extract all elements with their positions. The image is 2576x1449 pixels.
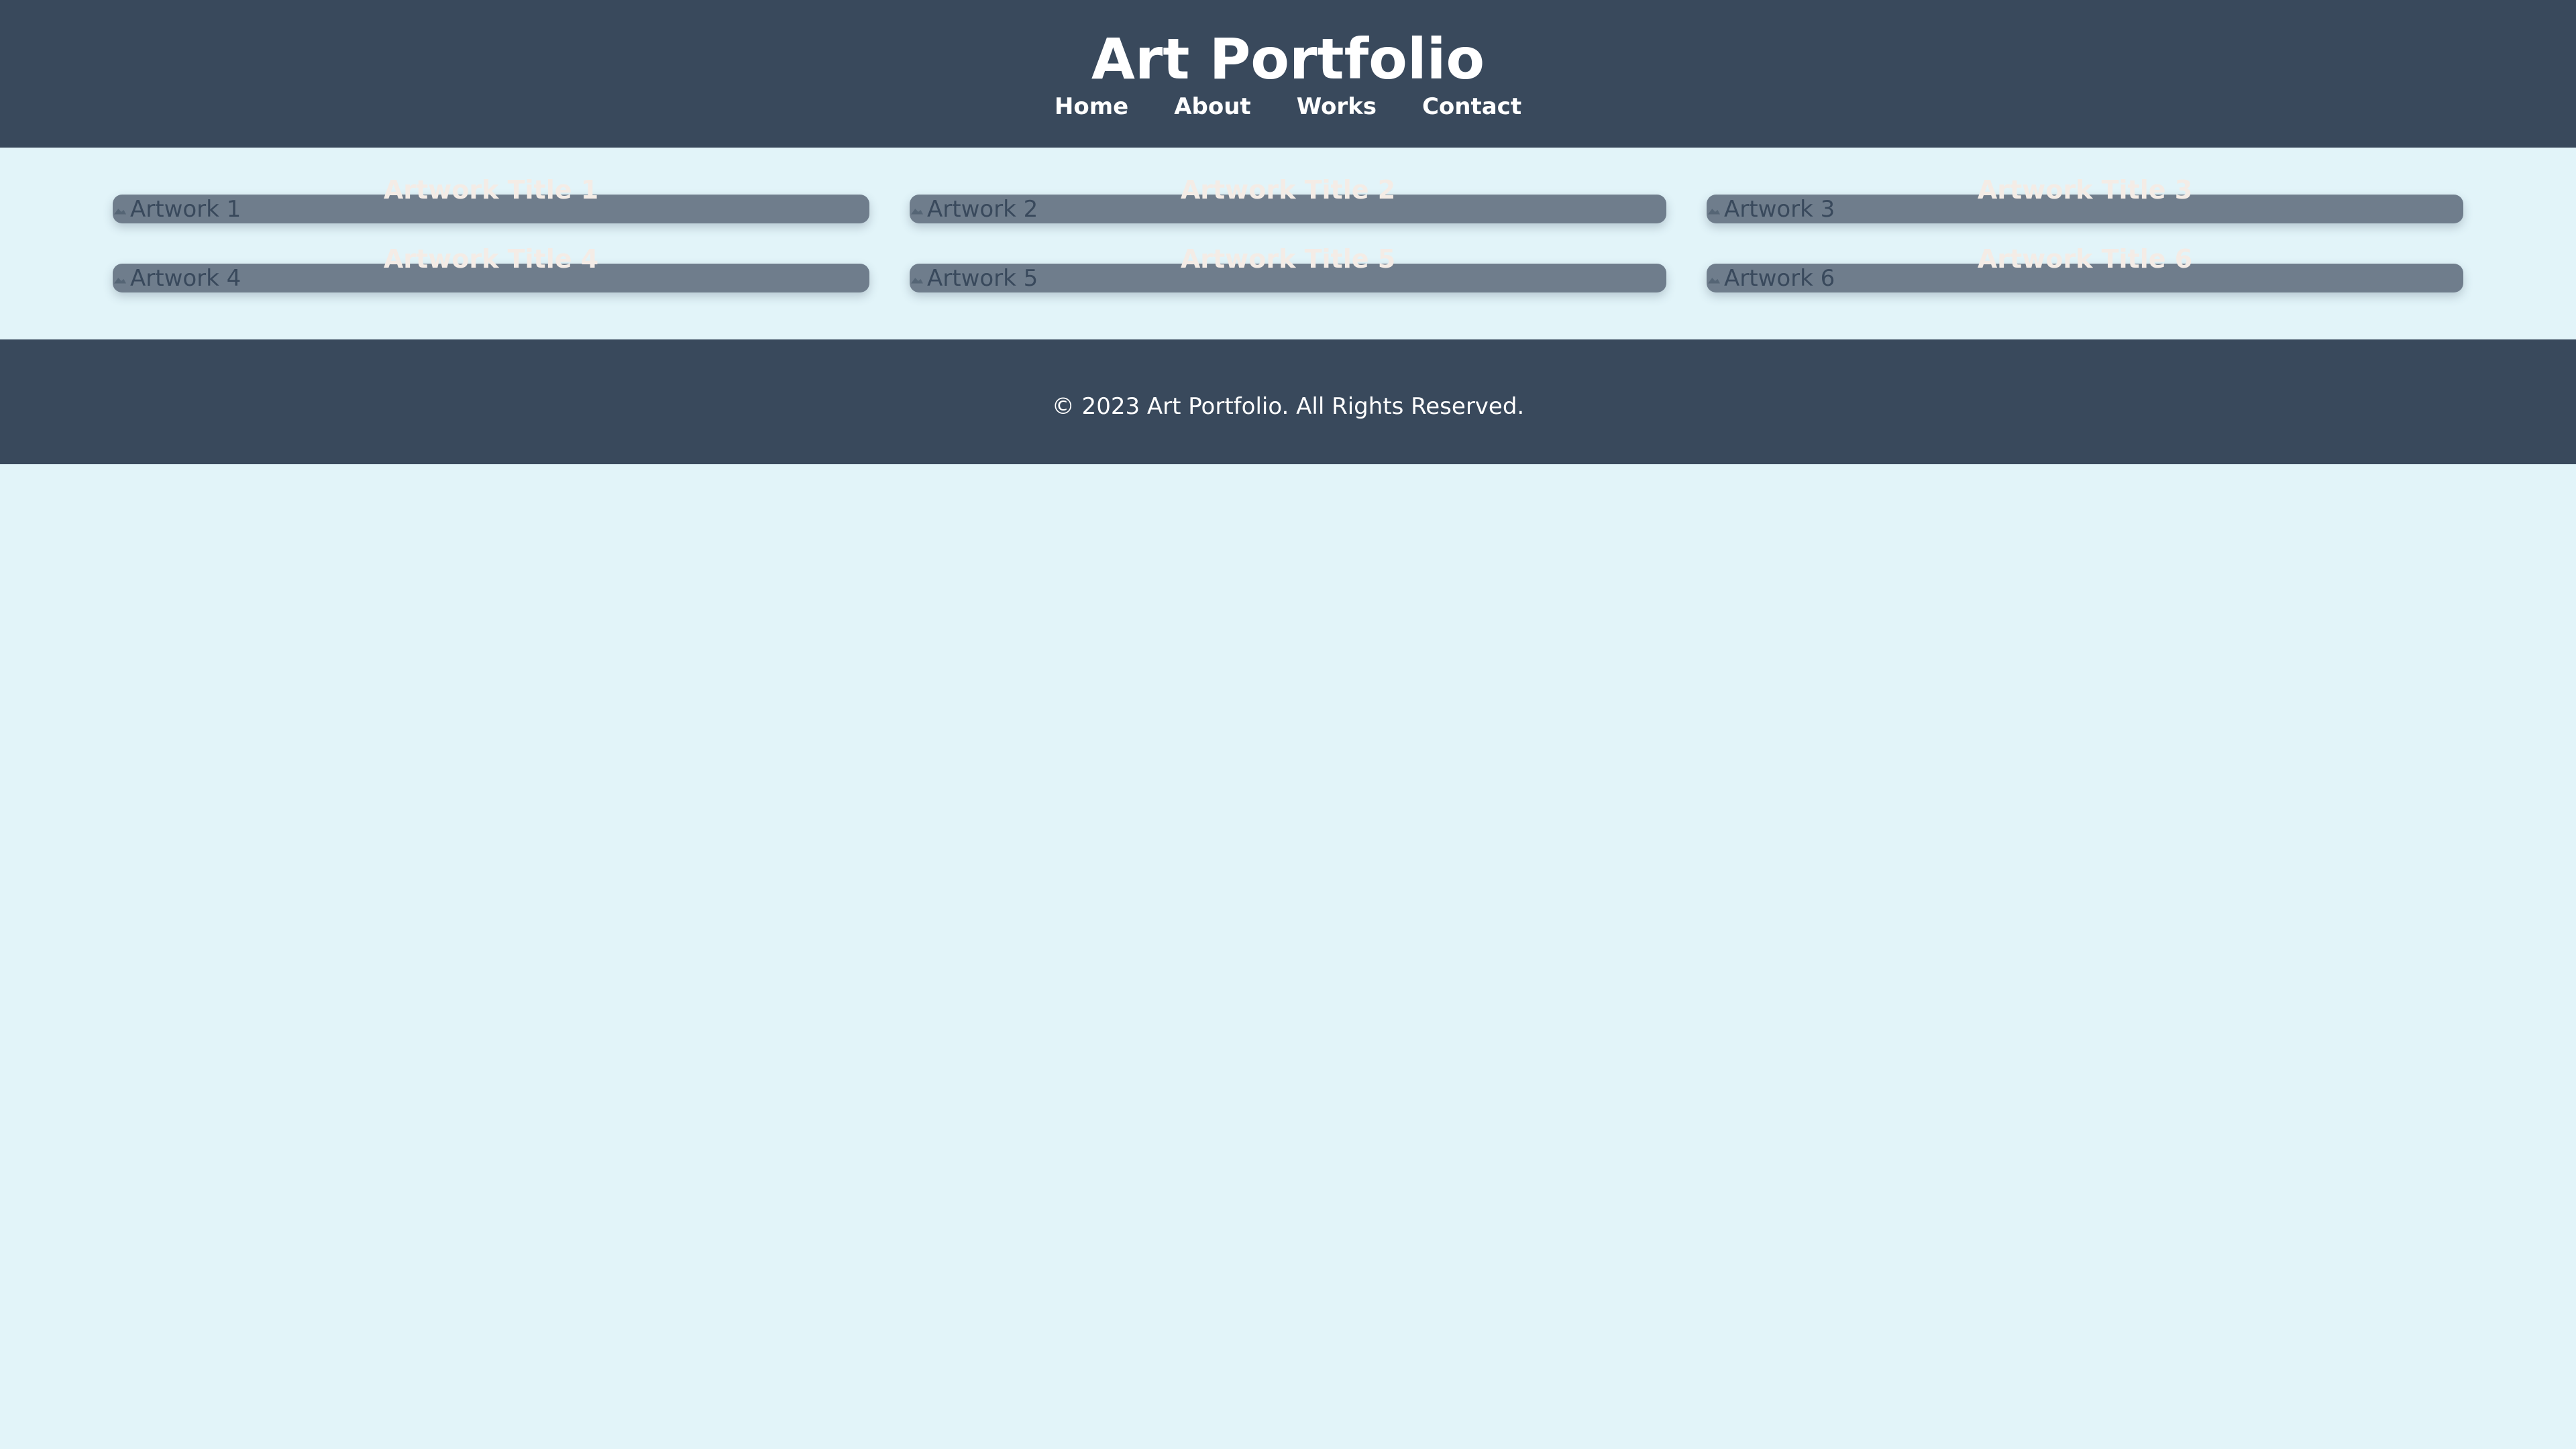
artwork-card[interactable]: Artwork 6 Artwork Title 6 xyxy=(1707,244,2463,292)
nav-link-home[interactable]: Home xyxy=(1055,90,1128,123)
nav-link-contact[interactable]: Contact xyxy=(1422,90,1521,123)
site-footer: © 2023 Art Portfolio. All Rights Reserve… xyxy=(0,339,2576,464)
site-title: Art Portfolio xyxy=(1091,26,1485,92)
nav-link-about[interactable]: About xyxy=(1174,90,1250,123)
artwork-card[interactable]: Artwork 4 Artwork Title 4 xyxy=(113,244,869,292)
nav-link-works[interactable]: Works xyxy=(1297,90,1377,123)
artwork-gallery: Artwork 1 Artwork Title 1 Artwork 2 Artw… xyxy=(113,175,2463,292)
main-nav: Home About Works Contact xyxy=(0,90,2576,123)
artwork-title: Artwork Title 6 xyxy=(1977,244,2193,274)
artwork-card[interactable]: Artwork 5 Artwork Title 5 xyxy=(910,244,1666,292)
site-header: Art Portfolio Home About Works Contact xyxy=(0,0,2576,148)
artwork-title: Artwork Title 5 xyxy=(1180,244,1396,274)
artwork-title: Artwork Title 3 xyxy=(1977,175,2193,205)
copyright-text: © 2023 Art Portfolio. All Rights Reserve… xyxy=(1051,393,1525,420)
artwork-title: Artwork Title 4 xyxy=(383,244,599,274)
artwork-card[interactable]: Artwork 3 Artwork Title 3 xyxy=(1707,175,2463,223)
artwork-card[interactable]: Artwork 1 Artwork Title 1 xyxy=(113,175,869,223)
artwork-card[interactable]: Artwork 2 Artwork Title 2 xyxy=(910,175,1666,223)
artwork-title: Artwork Title 2 xyxy=(1180,175,1396,205)
artwork-title: Artwork Title 1 xyxy=(383,175,599,205)
